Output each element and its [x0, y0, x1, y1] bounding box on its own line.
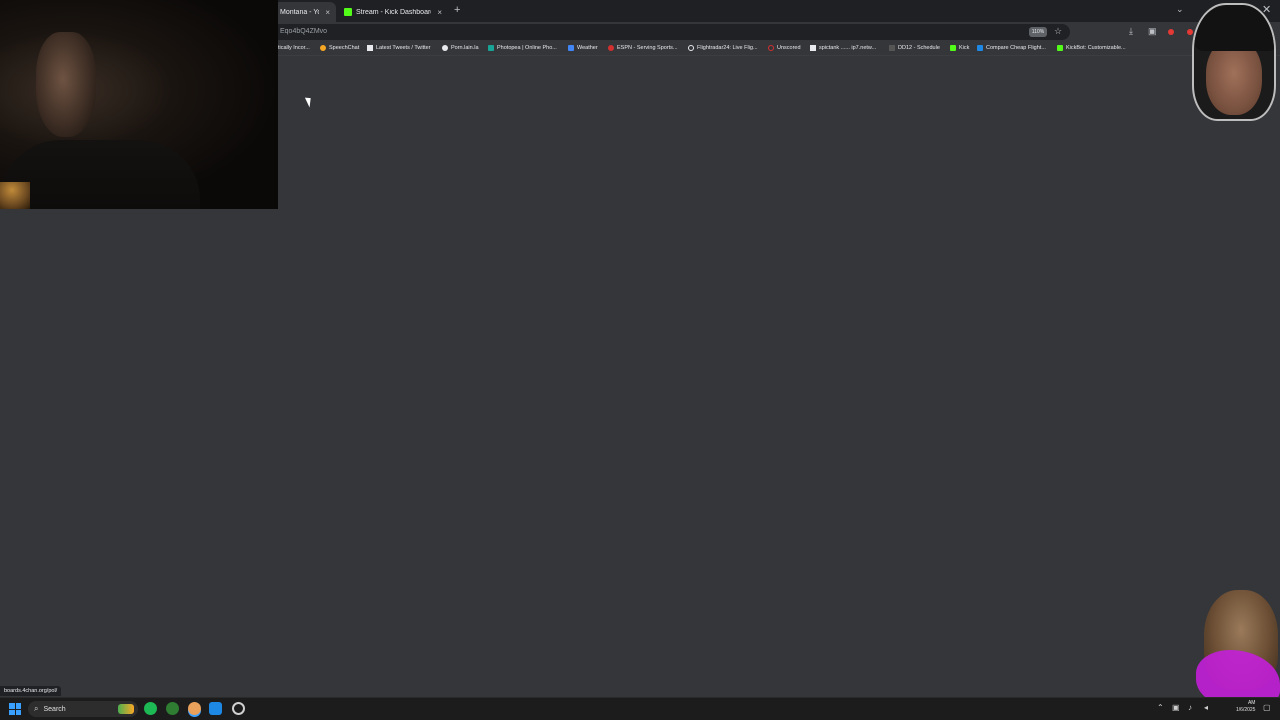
bookmark-item[interactable]: Latest Tweets / Twitter — [367, 45, 431, 51]
taskbar-clock[interactable]: AM 1/6/2025 — [1236, 700, 1255, 714]
bookmark-label: Kick — [959, 45, 970, 51]
tab-close-icon[interactable]: × — [437, 8, 442, 17]
tab-label: Montana - YouTu — [280, 8, 320, 16]
zoom-indicator[interactable]: 110% — [1029, 27, 1047, 37]
bookmark-item[interactable]: Unscored — [768, 45, 801, 51]
chrome-icon[interactable] — [188, 702, 201, 715]
bookmark-label: Flightradar24: Live Flig... — [697, 45, 758, 51]
link-status-bubble: boards.4chan.org/pol/ — [0, 686, 62, 696]
bookmark-label: DD12 - Schedule — [898, 45, 940, 51]
dd12-icon — [889, 45, 895, 51]
bookmark-item[interactable]: spictank ...... ip7.netw... — [810, 45, 876, 51]
taskbar-search[interactable]: ⌕ Search — [28, 701, 138, 717]
volume-icon[interactable]: ◂ — [1204, 703, 1208, 712]
tab-close-icon[interactable]: × — [325, 8, 330, 17]
avatar-hair — [1194, 5, 1274, 51]
obs-icon[interactable] — [232, 702, 245, 715]
bookmark-label: tically Incor... — [278, 45, 310, 51]
bookmark-label: KickBot: Customizable... — [1066, 45, 1126, 51]
tab-label: Stream - Kick Dashboard — [356, 8, 432, 16]
tab-youtube[interactable]: Montana - YouTu × — [274, 2, 336, 22]
download-icon[interactable]: ⤓ — [1129, 26, 1133, 37]
search-highlight-icon — [118, 704, 134, 714]
bookmark-label: spictank ...... ip7.netw... — [819, 45, 877, 51]
chewbacca-overlay — [1196, 590, 1280, 708]
bookmark-item[interactable]: SpeechChat — [320, 45, 359, 51]
microphone-icon[interactable]: ♪ — [1188, 703, 1192, 712]
avatar-overlay — [1192, 3, 1276, 121]
taskbar-search-label: Search — [43, 705, 66, 713]
bookmark-item[interactable]: KickBot: Customizable... — [1057, 45, 1126, 51]
bookmark-item[interactable]: Weather — [568, 45, 598, 51]
bookmark-item[interactable]: Kick — [950, 45, 969, 51]
bookmark-label: SpeechChat — [329, 45, 360, 51]
webcam-person-body — [0, 140, 200, 209]
bookmark-item[interactable]: ESPN - Serving Sports... — [608, 45, 678, 51]
kick-icon — [950, 45, 956, 51]
bookmark-label: Latest Tweets / Twitter — [376, 45, 431, 51]
bookmark-item[interactable]: Porn.lain.la — [442, 45, 479, 51]
photopea-icon — [488, 45, 494, 51]
clock-date: 1/6/2025 — [1236, 707, 1256, 713]
webcam-person-face — [36, 32, 96, 137]
xbox-icon[interactable] — [166, 702, 179, 715]
recording-icon[interactable] — [1187, 29, 1193, 35]
weather-icon — [568, 45, 574, 51]
kick-icon — [344, 8, 352, 16]
address-bar[interactable]: Eqo4bQ4ZMvo — [270, 24, 1070, 40]
bookmark-label: Porn.lain.la — [451, 45, 479, 51]
kickbot-icon — [1057, 45, 1063, 51]
bookmark-label: Photopea | Online Pho... — [497, 45, 557, 51]
bookmark-item[interactable]: Flightradar24: Live Flig... — [688, 45, 758, 51]
site-icon — [442, 45, 448, 51]
bookmark-item[interactable]: Photopea | Online Pho... — [488, 45, 557, 51]
unscored-icon — [768, 45, 774, 51]
bookmark-label: Weather — [577, 45, 598, 51]
tray-app-icon[interactable]: ▣ — [1172, 703, 1180, 712]
speechchat-icon — [320, 45, 326, 51]
extension-red-icon[interactable] — [1168, 29, 1174, 35]
extension-icon[interactable]: ▣ — [1148, 26, 1157, 37]
x-icon — [367, 45, 373, 51]
bookmark-item[interactable]: Compare Cheap Flight... — [977, 45, 1046, 51]
flight-compare-icon — [977, 45, 983, 51]
address-text: Eqo4bQ4ZMvo — [280, 28, 328, 35]
bookmark-label: Compare Cheap Flight... — [986, 45, 1046, 51]
tab-search-icon[interactable]: ⌄ — [1176, 4, 1184, 15]
bookmark-label: ESPN - Serving Sports... — [617, 45, 678, 51]
bookmark-star-icon[interactable]: ☆ — [1054, 26, 1062, 37]
taskbar: ⌕ Search ⌃ ▣ ♪ ◂ AM 1/6/2025 ▢ — [0, 697, 1280, 720]
spotify-icon[interactable] — [144, 702, 157, 715]
webcam-mug — [0, 182, 30, 209]
bookmark-item[interactable]: tically Incor... — [278, 45, 310, 51]
espn-icon — [608, 45, 614, 51]
windows-start-icon[interactable] — [9, 703, 21, 715]
search-icon: ⌕ — [34, 704, 39, 713]
flightradar-icon — [688, 45, 694, 51]
tab-kick-dashboard[interactable]: Stream - Kick Dashboard × — [338, 2, 448, 22]
bookmark-label: Unscored — [777, 45, 801, 51]
clock-time: AM — [1247, 700, 1256, 706]
app-icon[interactable] — [209, 702, 222, 715]
s-icon — [810, 45, 816, 51]
webcam-overlay — [0, 0, 278, 209]
tray-chevron-icon[interactable]: ⌃ — [1157, 703, 1164, 712]
notification-icon[interactable]: ▢ — [1263, 703, 1271, 712]
bookmark-item[interactable]: DD12 - Schedule — [889, 45, 940, 51]
new-tab-button[interactable]: + — [454, 4, 460, 16]
